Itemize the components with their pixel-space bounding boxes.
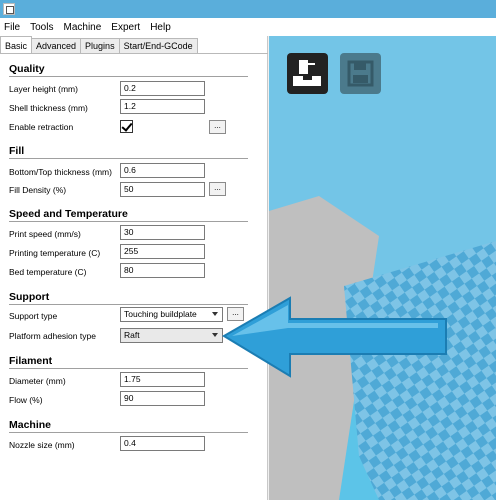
menu-tools[interactable]: Tools [30, 22, 53, 33]
diameter-input[interactable]: 1.75 [120, 372, 205, 387]
menu-help[interactable]: Help [150, 22, 171, 33]
build-plate-scene [269, 36, 496, 500]
layer-height-label: Layer height (mm) [9, 84, 78, 94]
menu-expert[interactable]: Expert [111, 22, 140, 33]
bottom-top-thickness-label: Bottom/Top thickness (mm) [9, 167, 112, 177]
flow-input[interactable]: 90 [120, 391, 205, 406]
enable-retraction-checkbox[interactable] [120, 120, 133, 133]
section-filament: Filament [9, 355, 53, 367]
section-quality: Quality [9, 63, 45, 75]
platform-adhesion-label: Platform adhesion type [9, 331, 96, 341]
section-divider [9, 304, 248, 305]
platform-adhesion-select[interactable]: Raft [120, 328, 223, 343]
flow-label: Flow (%) [9, 395, 43, 405]
fill-density-input[interactable]: 50 [120, 182, 205, 197]
load-model-icon [293, 60, 321, 86]
menu-machine[interactable]: Machine [63, 22, 101, 33]
tab-start-end-gcode[interactable]: Start/End-GCode [118, 38, 198, 54]
menu-bar: File Tools Machine Expert Help [0, 18, 496, 36]
3d-viewport[interactable] [269, 36, 496, 500]
save-icon [347, 60, 374, 87]
enable-retraction-label: Enable retraction [9, 122, 74, 132]
support-type-value: Touching buildplate [124, 309, 197, 319]
nozzle-size-label: Nozzle size (mm) [9, 440, 75, 450]
shell-thickness-input[interactable]: 1.2 [120, 99, 205, 114]
printing-temperature-label: Printing temperature (C) [9, 248, 101, 258]
fill-density-label: Fill Density (%) [9, 185, 67, 195]
bed-temperature-label: Bed temperature (C) [9, 267, 87, 277]
bottom-top-thickness-input[interactable]: 0.6 [120, 163, 205, 178]
bed-temperature-input[interactable]: 80 [120, 263, 205, 278]
tab-basic[interactable]: Basic [0, 36, 33, 54]
section-support: Support [9, 291, 50, 303]
print-speed-input[interactable]: 30 [120, 225, 205, 240]
retraction-more-button[interactable]: ... [209, 120, 226, 134]
settings-tabs: Basic Advanced Plugins Start/End-GCode [0, 36, 198, 54]
section-divider [9, 432, 248, 433]
section-divider [9, 221, 248, 222]
support-type-select[interactable]: Touching buildplate [120, 307, 223, 322]
title-bar [0, 0, 496, 18]
arrow-pointer-icon [222, 296, 447, 378]
section-divider [9, 158, 248, 159]
support-type-label: Support type [9, 311, 58, 321]
section-speed-temperature: Speed and Temperature [9, 208, 128, 220]
shell-thickness-label: Shell thickness (mm) [9, 103, 88, 113]
menu-file[interactable]: File [4, 22, 20, 33]
tab-divider [0, 53, 268, 54]
print-speed-label: Print speed (mm/s) [9, 229, 81, 239]
tab-advanced[interactable]: Advanced [31, 38, 82, 54]
layer-height-input[interactable]: 0.2 [120, 81, 205, 96]
section-machine: Machine [9, 419, 52, 431]
section-fill: Fill [9, 145, 25, 157]
printing-temperature-input[interactable]: 255 [120, 244, 205, 259]
diameter-label: Diameter (mm) [9, 376, 66, 386]
app-icon[interactable] [3, 3, 15, 15]
settings-panel: Basic Advanced Plugins Start/End-GCode Q… [0, 36, 268, 500]
load-model-button[interactable] [287, 53, 328, 94]
nozzle-size-input[interactable]: 0.4 [120, 436, 205, 451]
save-button[interactable] [340, 53, 381, 94]
platform-adhesion-value: Raft [124, 330, 140, 340]
section-divider [9, 76, 248, 77]
fill-more-button[interactable]: ... [209, 182, 226, 196]
tab-plugins[interactable]: Plugins [80, 38, 120, 54]
section-divider [9, 368, 248, 369]
